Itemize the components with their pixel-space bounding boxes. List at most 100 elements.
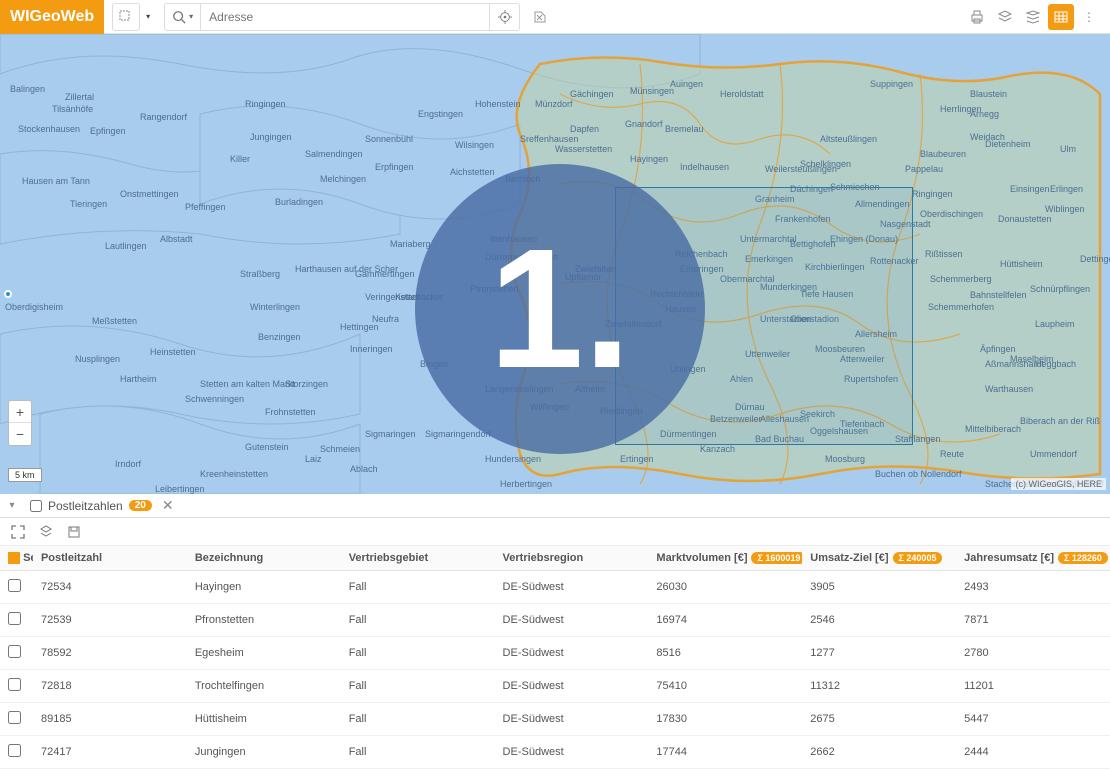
col-header-plz[interactable]: Postleitzahl xyxy=(33,546,187,571)
select-all-indicator[interactable] xyxy=(8,552,20,564)
col-header-umsatzziel[interactable]: Umsatz-Ziel [€]Σ 240005 xyxy=(802,546,956,571)
col-header-marktvolumen[interactable]: Marktvolumen [€]Σ 1600019 xyxy=(648,546,802,571)
sum-badge-ju: Σ 128260 xyxy=(1058,552,1108,564)
table-row[interactable]: 72818TrochtelfingenFallDE-Südwest7541011… xyxy=(0,670,1110,703)
zoom-controls: + − xyxy=(8,400,32,446)
search-button[interactable]: ▾ xyxy=(164,3,200,31)
row-select-checkbox[interactable] xyxy=(8,744,21,757)
table-row[interactable]: 72539PfronstettenFallDE-Südwest169742546… xyxy=(0,604,1110,637)
stack-button[interactable] xyxy=(1020,4,1046,30)
cell-bezeichnung: Pfronstetten xyxy=(187,604,341,637)
cell-vertriebsgebiet: Fall xyxy=(341,637,495,670)
table-row[interactable]: 72417JungingenFallDE-Südwest177442662244… xyxy=(0,736,1110,769)
zoom-out-button[interactable]: − xyxy=(9,423,31,445)
cell-vertriebsgebiet: Fall xyxy=(341,736,495,769)
sum-badge-mv: Σ 1600019 xyxy=(751,552,802,564)
cell-plz: 72417 xyxy=(33,736,187,769)
cell-vertriebsregion: DE-Südwest xyxy=(495,736,649,769)
cell-jahresumsatz: 2780 xyxy=(956,637,1110,670)
tab-count-badge: 20 xyxy=(129,500,152,511)
cell-bezeichnung: Hüttisheim xyxy=(187,703,341,736)
print-button[interactable] xyxy=(964,4,990,30)
table-toolbar xyxy=(0,518,1110,546)
table-view-button[interactable] xyxy=(1048,4,1074,30)
tab-postleitzahlen[interactable]: Postleitzahlen 20 ✕ xyxy=(30,497,174,514)
cell-plz: 72534 xyxy=(33,571,187,604)
save-table-button[interactable] xyxy=(64,522,84,542)
step-indicator-overlay: 1. xyxy=(415,164,705,454)
table-row[interactable]: 78592EgesheimFallDE-Südwest851612772780 xyxy=(0,637,1110,670)
cell-jahresumsatz: 11201 xyxy=(956,670,1110,703)
row-select-checkbox[interactable] xyxy=(8,612,21,625)
results-table: Sel Postleitzahl Bezeichnung Vertriebsge… xyxy=(0,546,1110,769)
cell-umsatzziel: 2662 xyxy=(802,736,956,769)
cell-bezeichnung: Trochtelfingen xyxy=(187,670,341,703)
more-menu-button[interactable]: ⋮ xyxy=(1076,4,1102,30)
search-caret-icon: ▾ xyxy=(189,12,193,21)
cell-umsatzziel: 3905 xyxy=(802,571,956,604)
address-search-input[interactable] xyxy=(200,3,490,31)
col-header-select[interactable]: Sel xyxy=(0,546,33,571)
cell-marktvolumen: 8516 xyxy=(648,637,802,670)
cell-jahresumsatz: 2444 xyxy=(956,736,1110,769)
cell-jahresumsatz: 7871 xyxy=(956,604,1110,637)
panel-collapse-button[interactable]: ▾ xyxy=(4,500,20,511)
cell-vertriebsgebiet: Fall xyxy=(341,703,495,736)
cell-jahresumsatz: 2493 xyxy=(956,571,1110,604)
cell-marktvolumen: 75410 xyxy=(648,670,802,703)
cell-vertriebsregion: DE-Südwest xyxy=(495,571,649,604)
cell-vertriebsregion: DE-Südwest xyxy=(495,703,649,736)
map-attribution: (c) WIGeoGIS, HERE xyxy=(1011,478,1106,490)
selection-tool-button[interactable] xyxy=(112,3,140,31)
col-header-vertriebsregion[interactable]: Vertriebsregion xyxy=(495,546,649,571)
results-tabs-bar: ▾ Postleitzahlen 20 ✕ xyxy=(0,494,1110,518)
tab-close-button[interactable]: ✕ xyxy=(162,497,174,514)
table-header-row: Sel Postleitzahl Bezeichnung Vertriebsge… xyxy=(0,546,1110,571)
search-group: ▾ xyxy=(164,3,520,31)
cell-bezeichnung: Hayingen xyxy=(187,571,341,604)
cell-plz: 72539 xyxy=(33,604,187,637)
cell-umsatzziel: 11312 xyxy=(802,670,956,703)
cell-jahresumsatz: 5447 xyxy=(956,703,1110,736)
cell-vertriebsregion: DE-Südwest xyxy=(495,604,649,637)
cell-vertriebsregion: DE-Südwest xyxy=(495,637,649,670)
cell-vertriebsgebiet: Fall xyxy=(341,604,495,637)
map-location-dot xyxy=(4,290,12,298)
row-select-checkbox[interactable] xyxy=(8,645,21,658)
step-number: 1. xyxy=(489,224,631,394)
col-header-jahresumsatz[interactable]: Jahresumsatz [€]Σ 128260 xyxy=(956,546,1110,571)
scale-bar: 5 km xyxy=(8,468,42,482)
row-select-checkbox[interactable] xyxy=(8,678,21,691)
export-button[interactable] xyxy=(36,522,56,542)
row-select-checkbox[interactable] xyxy=(8,711,21,724)
table-row[interactable]: 89185HüttisheimFallDE-Südwest17830267554… xyxy=(0,703,1110,736)
app-logo: WIGeoWeb xyxy=(0,0,104,34)
cell-marktvolumen: 17830 xyxy=(648,703,802,736)
cell-plz: 78592 xyxy=(33,637,187,670)
cell-umsatzziel: 2546 xyxy=(802,604,956,637)
cell-marktvolumen: 16974 xyxy=(648,604,802,637)
expand-table-button[interactable] xyxy=(8,522,28,542)
col-header-bezeichnung[interactable]: Bezeichnung xyxy=(187,546,341,571)
cell-marktvolumen: 17744 xyxy=(648,736,802,769)
table-row[interactable]: 72534HayingenFallDE-Südwest2603039052493 xyxy=(0,571,1110,604)
map-area[interactable]: BalingenTilsänhöfeStockenhausenEpfingenR… xyxy=(0,34,1110,494)
app-header: WIGeoWeb ▾ ▾ ⋮ xyxy=(0,0,1110,34)
tab-label: Postleitzahlen xyxy=(48,499,123,513)
cell-vertriebsregion: DE-Südwest xyxy=(495,670,649,703)
cell-vertriebsgebiet: Fall xyxy=(341,670,495,703)
cell-bezeichnung: Egesheim xyxy=(187,637,341,670)
tab-visibility-checkbox[interactable] xyxy=(30,500,42,512)
clear-selection-button[interactable] xyxy=(526,3,554,31)
zoom-in-button[interactable]: + xyxy=(9,401,31,423)
cell-umsatzziel: 2675 xyxy=(802,703,956,736)
locate-button[interactable] xyxy=(490,3,520,31)
col-header-vertriebsgebiet[interactable]: Vertriebsgebiet xyxy=(341,546,495,571)
layers-button[interactable] xyxy=(992,4,1018,30)
toolbar-right: ⋮ xyxy=(964,4,1110,30)
cell-marktvolumen: 26030 xyxy=(648,571,802,604)
cell-plz: 89185 xyxy=(33,703,187,736)
row-select-checkbox[interactable] xyxy=(8,579,21,592)
cell-bezeichnung: Jungingen xyxy=(187,736,341,769)
selection-tool-caret[interactable]: ▾ xyxy=(146,12,150,21)
